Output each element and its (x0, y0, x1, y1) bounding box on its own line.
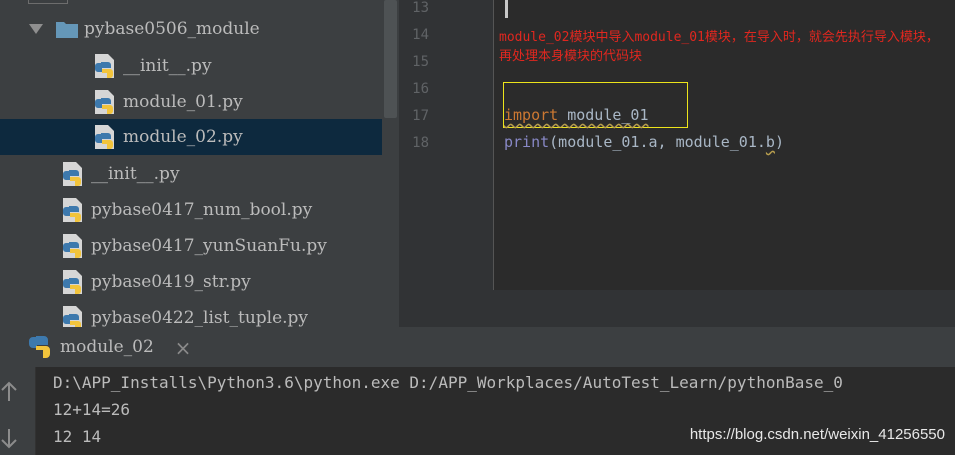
tree-item-file[interactable]: module_01.py (0, 84, 399, 120)
console-line: 12 14 (53, 427, 102, 446)
line-number-gutter: 13 14 15 16 17 18 (399, 0, 494, 290)
run-tool-window-header: module_02 × (0, 327, 955, 367)
tree-guide-line (28, 0, 68, 4)
editor-bottom-area (399, 290, 955, 327)
print-close-paren: ) (774, 133, 784, 151)
line-number: 17 (412, 108, 429, 124)
python-file-icon (63, 306, 82, 327)
print-args: (module_01.a, module_01. (549, 133, 766, 151)
python-file-icon (63, 234, 82, 258)
project-tree-panel: pybase0506_module __init__.py module_01.… (0, 0, 399, 327)
python-file-icon (63, 270, 82, 294)
run-toolbar (0, 367, 36, 455)
tree-item-label: pybase0419_str.py (91, 272, 251, 292)
line-number: 13 (412, 0, 429, 16)
tree-item-label: __init__.py (91, 164, 180, 184)
tree-item-file[interactable]: pybase0422_list_tuple.py (0, 300, 399, 327)
line-number: 18 (412, 135, 429, 151)
import-module-name: module_01 (567, 106, 649, 124)
line-number: 16 (412, 81, 429, 97)
tree-item-label: pybase0417_yunSuanFu.py (91, 236, 327, 256)
tree-item-label: pybase0417_num_bool.py (91, 200, 313, 220)
python-file-icon (63, 198, 82, 222)
print-statement[interactable]: print(module_01.a, module_01.b) (504, 133, 784, 151)
console-line: D:\APP_Installs\Python3.6\python.exe D:/… (53, 373, 843, 392)
python-run-icon (29, 336, 50, 358)
tree-item-file[interactable]: pybase0419_str.py (0, 264, 399, 300)
code-editor[interactable]: 13 14 15 16 17 18 module_02模块中导入module_0… (399, 0, 955, 290)
tree-item-folder[interactable]: pybase0506_module (0, 11, 399, 47)
scroll-up-arrow-icon[interactable] (0, 381, 18, 403)
import-keyword: import (504, 106, 559, 124)
print-last-attr: b (765, 133, 775, 151)
python-file-icon (95, 54, 114, 78)
line-number: 14 (412, 27, 429, 43)
console-line: 12+14=26 (53, 400, 131, 419)
tree-item-file[interactable]: __init__.py (0, 156, 399, 192)
print-builtin: print (504, 133, 550, 151)
python-file-icon (63, 162, 82, 186)
line-number: 15 (412, 54, 429, 70)
project-scrollbar-thumb[interactable] (384, 0, 397, 118)
expand-arrow-icon[interactable] (27, 20, 45, 38)
annotation-note: module_02模块中导入module_01模块，在导入时，就会先执行导入模块… (499, 30, 939, 64)
tree-item-label: module_02.py (123, 127, 243, 147)
tree-item-file-selected[interactable]: module_02.py (0, 119, 399, 155)
folder-icon (56, 22, 78, 38)
tree-item-label: pybase0422_list_tuple.py (91, 308, 309, 327)
tree-item-file[interactable]: pybase0417_yunSuanFu.py (0, 228, 399, 264)
tree-item-label: pybase0506_module (84, 19, 260, 39)
python-file-icon (95, 125, 114, 149)
tree-item-label: module_01.py (123, 92, 243, 112)
close-tab-icon[interactable]: × (174, 338, 192, 358)
scroll-down-arrow-icon[interactable] (0, 427, 18, 449)
tree-item-file[interactable]: __init__.py (0, 48, 399, 84)
python-file-icon (95, 90, 114, 114)
watermark-url: https://blog.csdn.net/weixin_41256550 (689, 426, 945, 443)
tree-item-label: __init__.py (123, 56, 212, 76)
run-tab-label: module_02 (60, 337, 154, 357)
text-caret (505, 0, 508, 18)
tree-item-file[interactable]: pybase0417_num_bool.py (0, 192, 399, 228)
import-statement[interactable]: import module_01 (504, 106, 649, 124)
